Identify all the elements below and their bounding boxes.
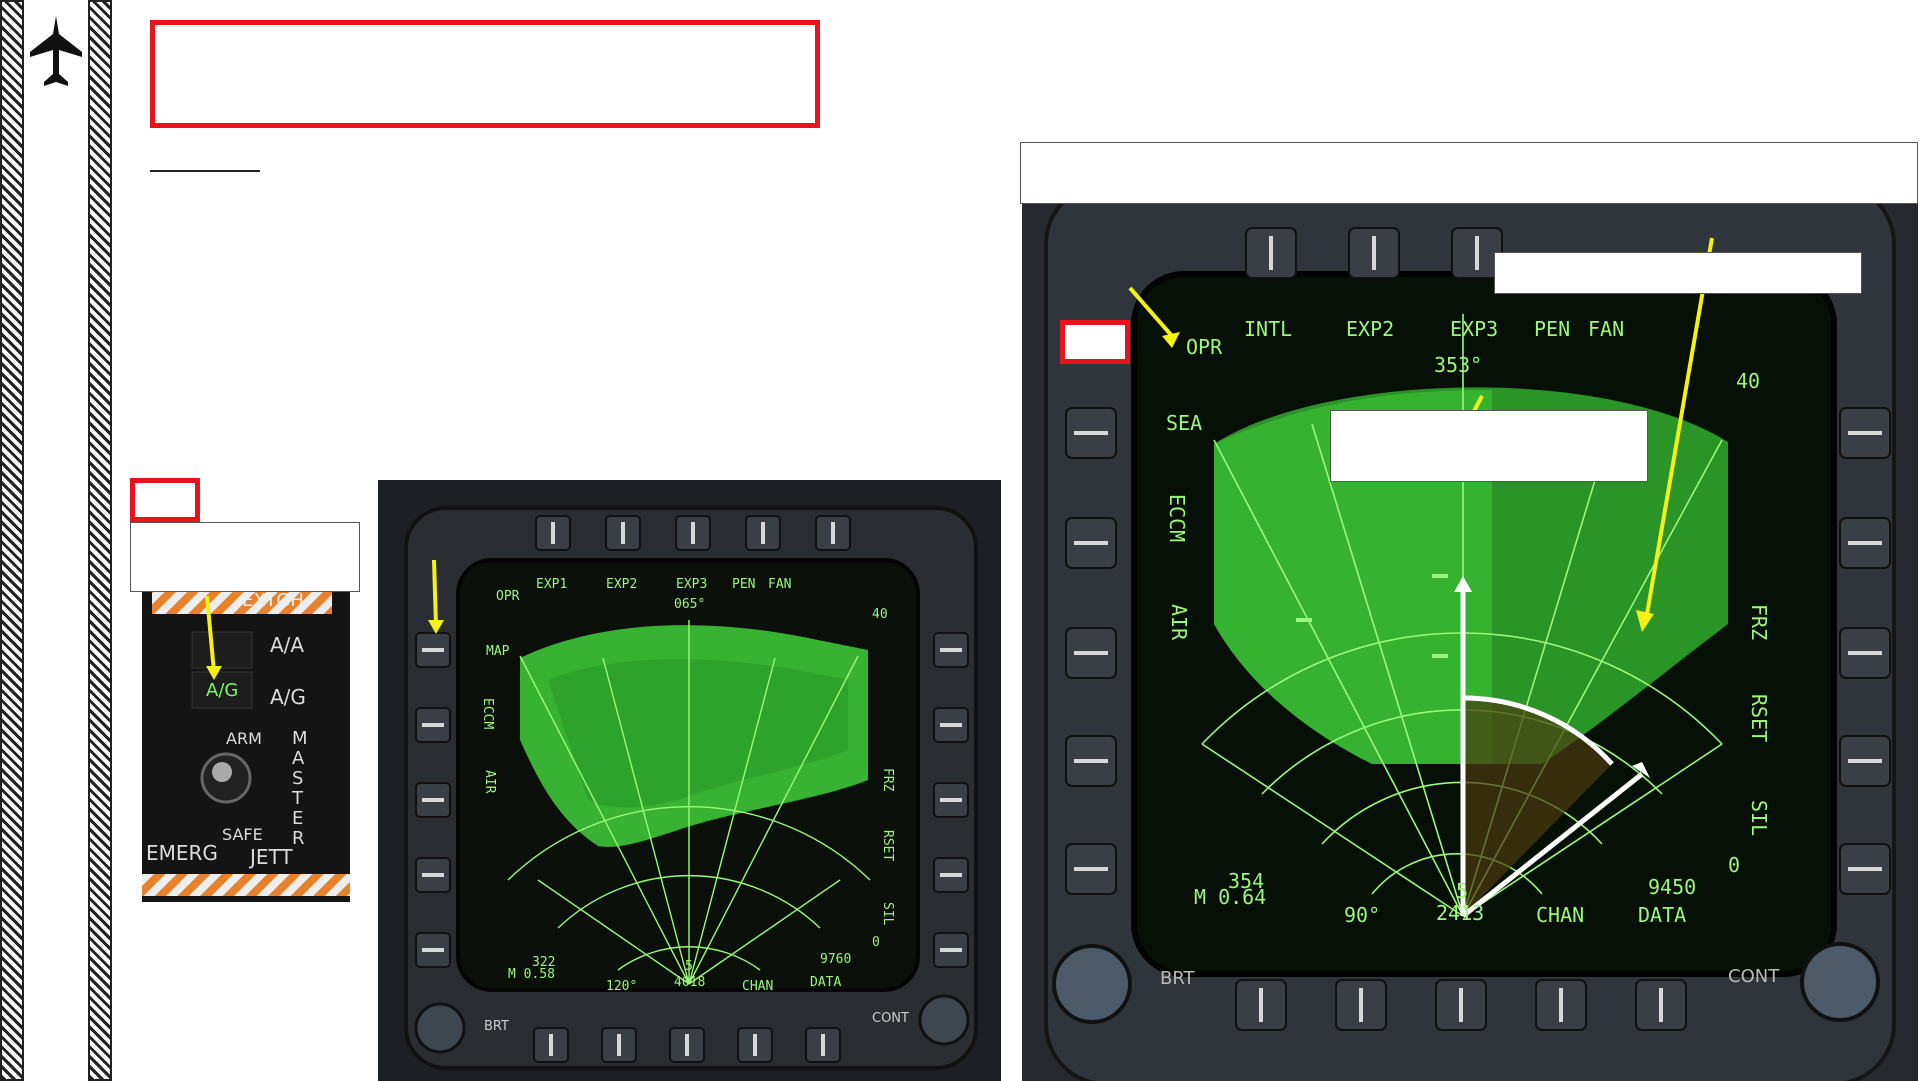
large-ddi-range: 40 xyxy=(1736,369,1760,393)
safe-label: SAFE xyxy=(222,825,263,844)
ag-label: A/G xyxy=(270,685,306,709)
master-mode-step-marker xyxy=(130,478,200,522)
small-ddi-range: 40 xyxy=(872,607,888,622)
large-ddi-eccm: ECCM xyxy=(1165,494,1189,542)
large-ddi-opr: OPR xyxy=(1186,335,1223,359)
large-ddi-top-pen: PEN xyxy=(1534,317,1570,341)
small-ddi-data-top: 9760 xyxy=(820,952,851,967)
small-ddi-frz: FRZ xyxy=(880,768,895,792)
svg-text:R: R xyxy=(292,828,305,849)
small-ddi-center-top: 5 xyxy=(685,959,693,974)
svg-text:M: M xyxy=(292,728,308,749)
small-ddi-rset: RSET xyxy=(880,830,895,861)
jet-icon xyxy=(26,12,86,92)
large-ddi-cont-label: CONT xyxy=(1728,966,1780,987)
large-ddi-mach: M 0.64 xyxy=(1194,885,1266,909)
small-ddi-opr: OPR xyxy=(496,589,520,604)
title-box xyxy=(150,20,820,128)
large-ddi-osb-top-row[interactable] xyxy=(1245,227,1503,279)
large-ddi-caption xyxy=(1020,142,1918,204)
small-ddi-cont-knob[interactable] xyxy=(918,994,970,1046)
small-ddi-cont-label: CONT xyxy=(872,1011,909,1026)
large-ddi-center-bottom: 2413 xyxy=(1436,901,1484,925)
arm-label: ARM xyxy=(226,729,262,748)
large-ddi-top-fan: FAN xyxy=(1588,317,1624,341)
jett-label: JETT xyxy=(248,845,293,869)
large-ddi-photo: BRT CONT OPR INTL EXP2 EXP3 PEN FAN 353°… xyxy=(1022,204,1918,1081)
large-ddi-data: DATA xyxy=(1638,903,1686,927)
small-ddi-sil-value: 0 xyxy=(872,935,880,950)
small-ddi-top-fan: FAN xyxy=(768,577,791,592)
small-ddi-heading: 065° xyxy=(674,597,705,612)
small-ddi-air: AIR xyxy=(482,770,497,794)
large-ddi-brt-knob[interactable] xyxy=(1052,944,1132,1024)
large-ddi-frz: FRZ xyxy=(1747,604,1771,640)
large-ddi-top-exp2: EXP2 xyxy=(1346,317,1394,341)
svg-text:T: T xyxy=(291,788,304,809)
svg-text:S: S xyxy=(292,768,303,789)
small-ddi-center-bottom: 4018 xyxy=(674,975,705,990)
section-heading xyxy=(150,150,260,172)
large-ddi-air: AIR xyxy=(1167,604,1191,641)
aa-label: A/A xyxy=(270,633,304,657)
large-ddi-sea: SEA xyxy=(1166,411,1202,435)
small-ddi-data: DATA xyxy=(810,975,841,990)
large-ddi-center-top: 5 xyxy=(1456,879,1468,903)
small-ddi-top-exp3: EXP3 xyxy=(676,577,707,592)
small-ddi-scan-width: 120° xyxy=(606,979,637,994)
small-ddi-top-exp1: EXP1 xyxy=(536,577,567,592)
small-ddi-photo: BRT CONT OPR EXP1 EXP2 EXP3 PEN FAN 065°… xyxy=(378,480,1001,1081)
large-ddi-sil: SIL xyxy=(1747,800,1771,836)
large-ddi-chan: CHAN xyxy=(1536,903,1584,927)
small-ddi-brt-label: BRT xyxy=(484,1019,509,1034)
extgh-label: EXTGH xyxy=(242,592,304,611)
master-mode-caption xyxy=(130,522,360,592)
large-ddi-rset: RSET xyxy=(1747,694,1771,742)
large-ddi-callout-center xyxy=(1330,410,1648,482)
ag-lit-label: A/G xyxy=(206,680,238,701)
large-ddi-heading: 353° xyxy=(1434,353,1482,377)
small-ddi-eccm: ECCM xyxy=(480,698,495,729)
svg-text:E: E xyxy=(292,808,303,829)
small-ddi-chan: CHAN xyxy=(742,979,773,994)
small-ddi-top-pen: PEN xyxy=(732,577,755,592)
master-mode-panel-photo: EXTGH A/A A/G A/G ARM SAFE M A S T E R E… xyxy=(142,592,350,902)
emerg-label: EMERG xyxy=(146,841,218,865)
large-ddi-brt-label: BRT xyxy=(1160,968,1196,989)
small-ddi-top-exp2: EXP2 xyxy=(606,577,637,592)
small-ddi-map: MAP xyxy=(486,644,510,659)
large-ddi-callout-top-right xyxy=(1494,252,1862,294)
small-ddi-brt-knob[interactable] xyxy=(414,1002,466,1054)
large-ddi-scan-width: 90° xyxy=(1344,903,1380,927)
small-ddi-mach: M 0.58 xyxy=(508,967,555,982)
large-ddi-data-top: 9450 xyxy=(1648,875,1696,899)
small-ddi-callout-arrow xyxy=(432,559,438,627)
large-ddi-sil-value: 0 xyxy=(1728,853,1740,877)
svg-text:A: A xyxy=(292,748,305,769)
large-ddi-cont-knob[interactable] xyxy=(1800,942,1880,1022)
small-ddi-sil: SIL xyxy=(880,902,895,926)
large-ddi-top-intl: INTL xyxy=(1244,317,1292,341)
left-hatch-bar xyxy=(0,0,24,1081)
large-ddi-step-marker xyxy=(1060,320,1130,364)
right-hatch-bar xyxy=(88,0,112,1081)
large-ddi-top-exp3: EXP3 xyxy=(1450,317,1498,341)
